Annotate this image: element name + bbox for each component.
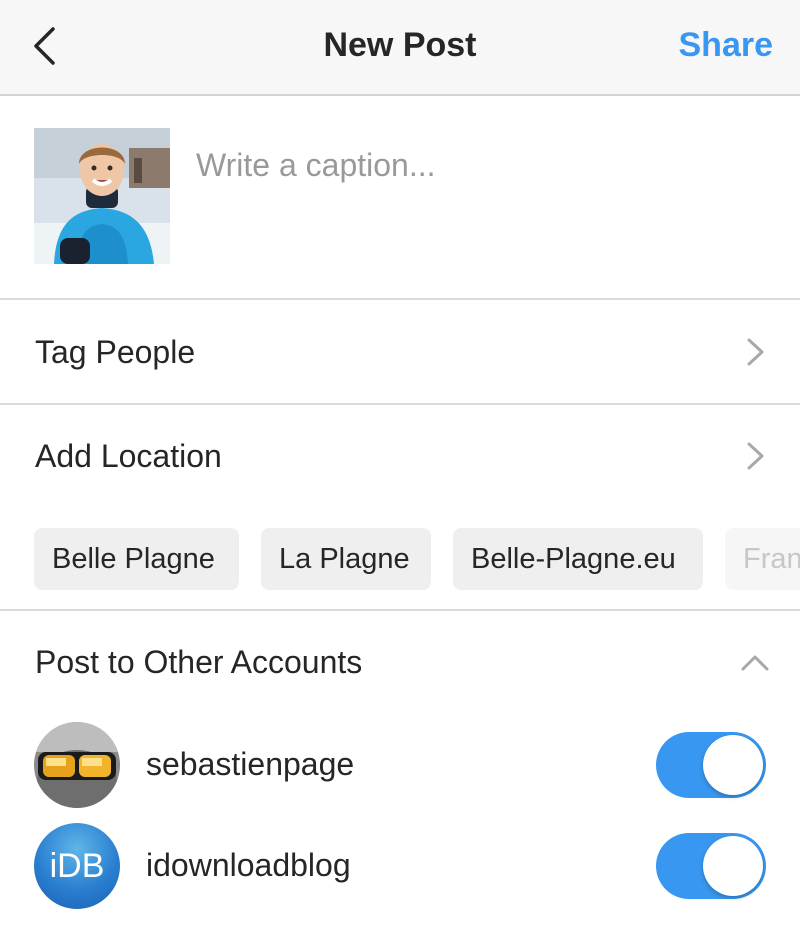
location-suggestions: Belle Plagne La Plagne Belle-Plagne.eu F… — [0, 528, 800, 590]
account-name: idownloadblog — [146, 847, 351, 883]
caption-section — [0, 96, 800, 300]
toggle-knob — [703, 836, 763, 896]
avatar: iDB — [34, 823, 120, 909]
caption-input[interactable] — [196, 142, 766, 188]
location-chip[interactable]: Belle-Plagne.eu — [453, 528, 703, 590]
account-name: sebastienpage — [146, 746, 355, 782]
tag-people-label: Tag People — [35, 334, 196, 370]
add-location-row[interactable]: Add Location — [0, 404, 800, 508]
tag-people-row[interactable]: Tag People — [0, 300, 800, 404]
share-button[interactable]: Share — [679, 26, 774, 65]
divider — [0, 609, 800, 611]
nav-header: New Post Share — [0, 0, 800, 96]
post-thumbnail — [34, 128, 170, 264]
account-toggle[interactable] — [656, 732, 766, 798]
chevron-right-icon — [747, 338, 764, 366]
account-row: iDB idownloadblog — [0, 823, 800, 913]
location-chip[interactable]: Fran — [725, 528, 800, 590]
other-accounts-title: Post to Other Accounts — [35, 644, 363, 680]
chevron-up-icon[interactable] — [740, 650, 770, 674]
avatar — [34, 722, 120, 808]
add-location-label: Add Location — [35, 438, 222, 474]
toggle-knob — [703, 735, 763, 795]
account-toggle[interactable] — [656, 833, 766, 899]
account-row: sebastienpage — [0, 722, 800, 812]
location-chip[interactable]: La Plagne — [261, 528, 431, 590]
chevron-right-icon — [747, 442, 764, 470]
location-chip[interactable]: Belle Plagne — [34, 528, 239, 590]
